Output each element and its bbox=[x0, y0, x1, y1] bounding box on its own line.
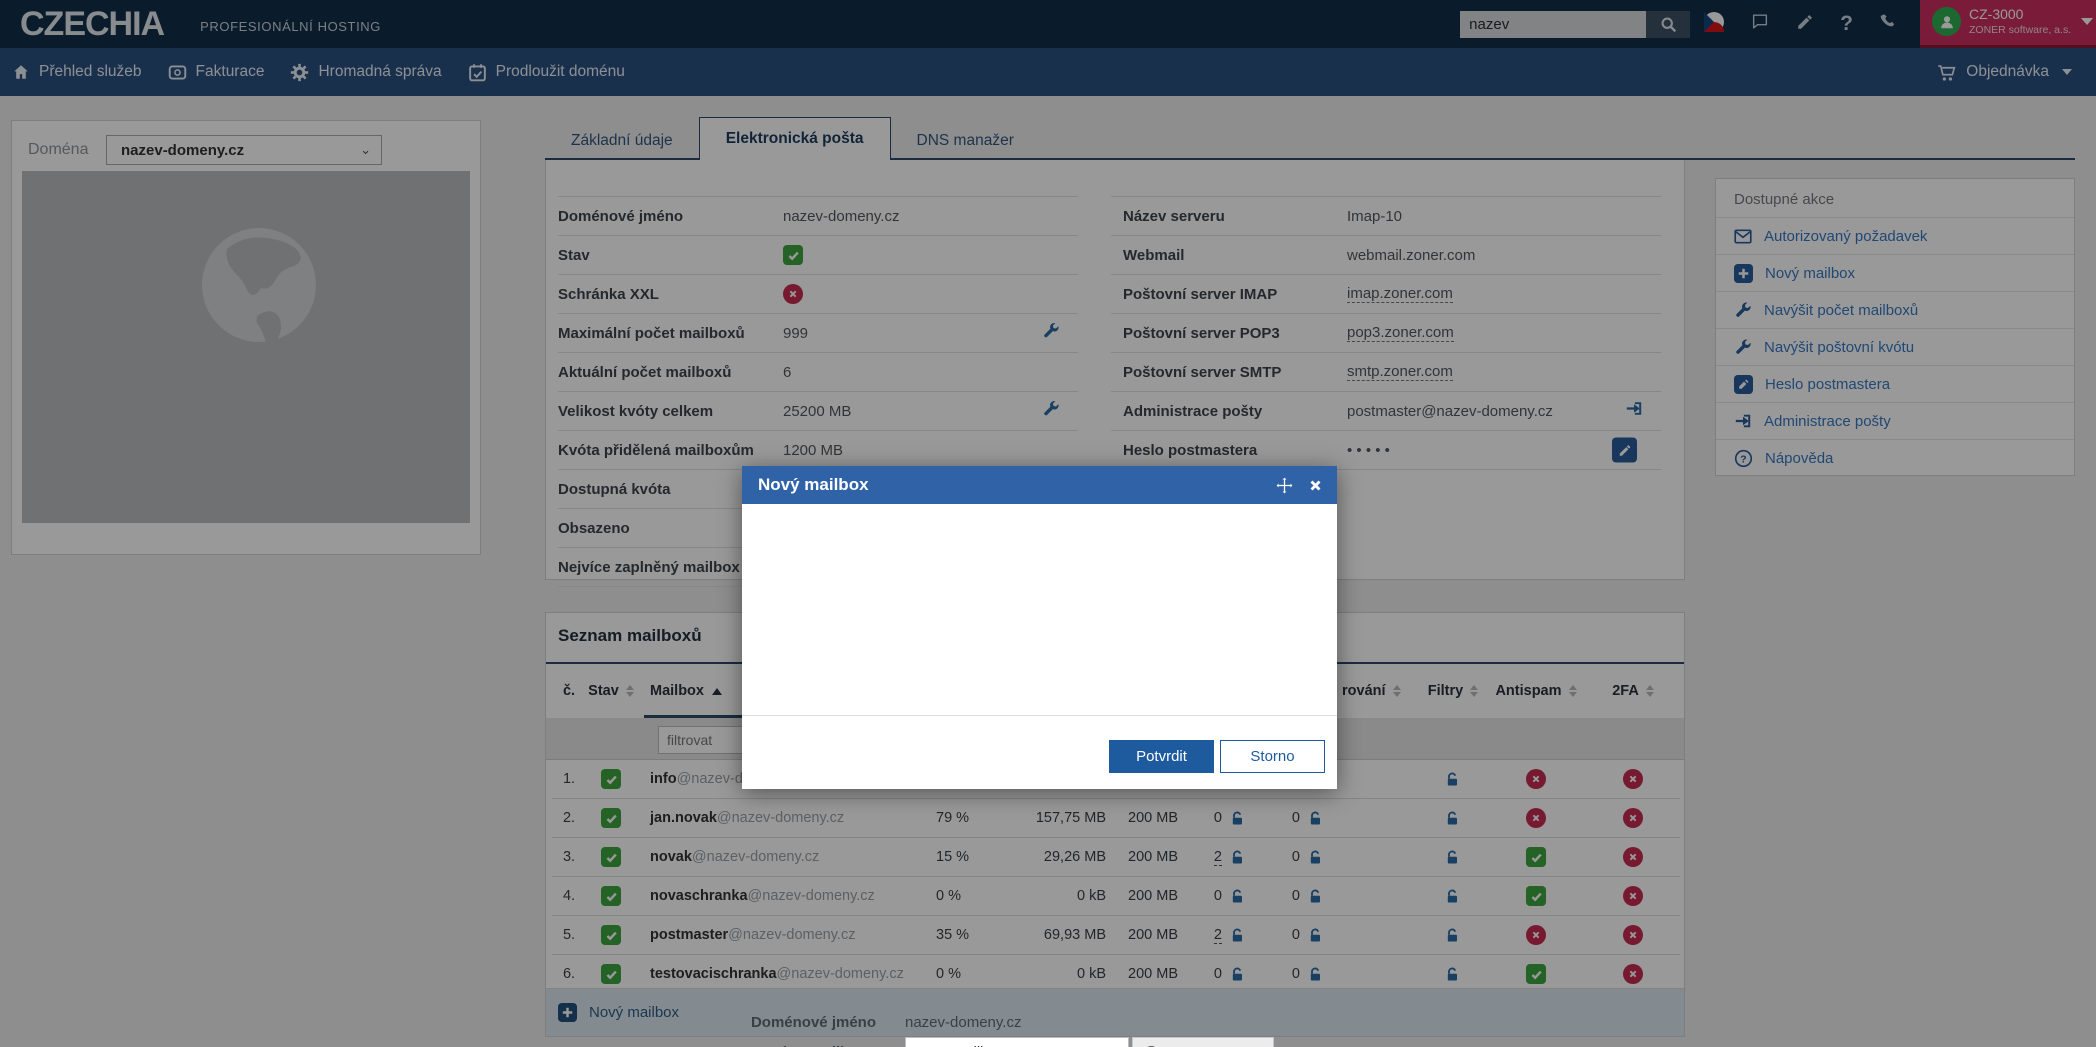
confirm-button[interactable]: Potvrdit bbox=[1109, 740, 1214, 773]
modal-header: Nový mailbox bbox=[742, 466, 1337, 504]
modal-domain-label: Doménové jméno bbox=[742, 1014, 876, 1031]
new-mailbox-modal: Nový mailbox Doménové jméno nazev-domeny… bbox=[742, 466, 1337, 789]
mailbox-name-input[interactable] bbox=[905, 1037, 1129, 1047]
modal-title: Nový mailbox bbox=[758, 475, 1275, 495]
cancel-button[interactable]: Storno bbox=[1220, 740, 1325, 773]
modal-domain-value: nazev-domeny.cz bbox=[905, 1014, 1021, 1031]
move-icon[interactable] bbox=[1275, 476, 1294, 495]
close-icon[interactable] bbox=[1308, 478, 1323, 493]
mailbox-domain-suffix: @nazev-domeny.cz bbox=[1132, 1037, 1274, 1047]
divider bbox=[742, 715, 1337, 716]
page: CZECHIA PROFESIONÁLNÍ HOSTING ? CZ-3000 … bbox=[0, 0, 2096, 1047]
